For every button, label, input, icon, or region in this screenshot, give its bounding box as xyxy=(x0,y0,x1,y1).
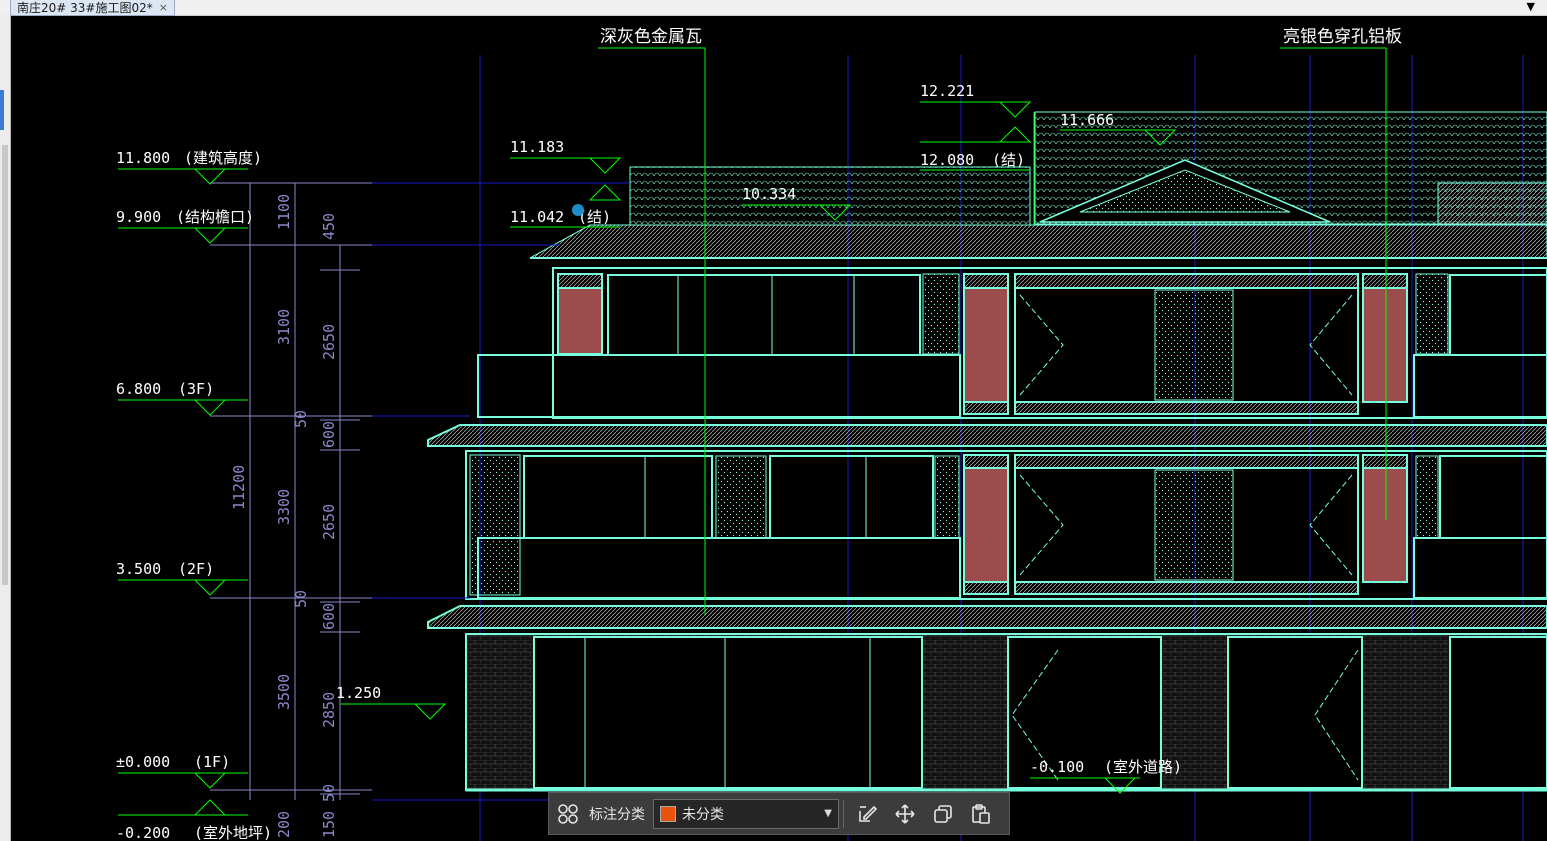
dim-inner-5: 2650 xyxy=(320,504,338,540)
dim-inner-7: 600 xyxy=(320,603,338,630)
dim-inner-2: 2650 xyxy=(320,324,338,360)
move-icon[interactable] xyxy=(886,793,924,834)
level-r3: 10.334 xyxy=(742,185,796,203)
level-building-height: 11.800 xyxy=(116,149,170,167)
category-select[interactable]: 未分类 ▼ xyxy=(653,798,839,829)
edit-icon[interactable] xyxy=(848,793,886,834)
level-eave-note: (结构檐口) xyxy=(176,208,254,226)
dim-mid-1: 1100 xyxy=(275,194,293,230)
chevron-down-icon: ▼ xyxy=(824,808,832,819)
level-r5: 11.666 xyxy=(1060,111,1114,129)
floor-slab-3 xyxy=(427,424,1547,447)
level-2f: 3.500 xyxy=(116,560,161,578)
level-r6: 12.080 xyxy=(920,151,974,169)
dim-mid-4: 3500 xyxy=(275,674,293,710)
copy-icon[interactable] xyxy=(924,793,962,834)
cad-cursor-marker xyxy=(572,204,584,216)
close-icon[interactable]: × xyxy=(159,1,168,14)
toolbar-divider xyxy=(843,799,844,828)
level-ground-note: (室外地坪) xyxy=(194,824,272,841)
grid-icon[interactable] xyxy=(549,793,587,834)
level-ground: -0.200 xyxy=(116,824,170,841)
category-color-swatch xyxy=(660,805,676,822)
floor-slab-2 xyxy=(427,605,1547,629)
level-1f-note: (1F) xyxy=(194,753,230,771)
dim-inner-10: 150 xyxy=(320,811,338,838)
third-floor xyxy=(477,267,1547,419)
dim-inner-6: 50 xyxy=(292,590,310,608)
dim-inner-9: 50 xyxy=(320,784,338,802)
level-1f: ±0.000 xyxy=(116,753,170,771)
roof xyxy=(529,111,1547,259)
material-perforated-panel: 亮银色穿孔铝板 xyxy=(1283,27,1402,47)
dim-inner-4: 600 xyxy=(320,421,338,448)
level-road-note: (室外道路) xyxy=(1104,758,1182,776)
level-eave: 9.900 xyxy=(116,208,161,226)
level-r1: 11.183 xyxy=(510,138,564,156)
dim-total: 11200 xyxy=(230,465,248,510)
level-3f-note: (3F) xyxy=(178,380,214,398)
material-roof-tile: 深灰色金属瓦 xyxy=(600,27,702,47)
dim-mid-5: 200 xyxy=(275,811,293,838)
dim-mid-2: 3100 xyxy=(275,309,293,345)
dim-inner-3: 50 xyxy=(292,410,310,428)
level-building-height-note: (建筑高度) xyxy=(184,149,262,167)
tab-drawing[interactable]: 南庄20# 33#施工图02* × xyxy=(10,0,175,16)
level-3f: 6.800 xyxy=(116,380,161,398)
cad-canvas[interactable]: 11200 1100 3100 3300 3500 200 450 2650 5… xyxy=(10,15,1547,841)
side-scrollbar[interactable] xyxy=(2,145,8,585)
tab-bar: 南庄20# 33#施工图02* × ▼ xyxy=(0,0,1547,16)
level-2f-note: (2F) xyxy=(178,560,214,578)
dim-mid-3: 3300 xyxy=(275,489,293,525)
dim-inner-1: 450 xyxy=(320,213,338,240)
level-r2: 11.042 xyxy=(510,208,564,226)
level-sill: 1.250 xyxy=(336,684,381,702)
second-floor xyxy=(465,450,1547,600)
dimension-texts: 11200 1100 3100 3300 3500 200 450 2650 5… xyxy=(230,194,338,838)
chevron-down-icon[interactable]: ▼ xyxy=(1527,0,1535,13)
level-road: -0.100 xyxy=(1030,758,1084,776)
level-r6-note: (结) xyxy=(992,151,1025,169)
level-r4: 12.221 xyxy=(920,82,974,100)
paste-icon[interactable] xyxy=(962,793,1000,834)
ground-floor xyxy=(465,633,1547,792)
category-value: 未分类 xyxy=(682,806,724,823)
category-label: 标注分类 xyxy=(589,806,645,823)
annotation-toolbar: 标注分类 未分类 ▼ xyxy=(548,792,1010,835)
tab-title: 南庄20# 33#施工图02* xyxy=(17,1,153,15)
side-panel-selected[interactable] xyxy=(0,90,4,130)
